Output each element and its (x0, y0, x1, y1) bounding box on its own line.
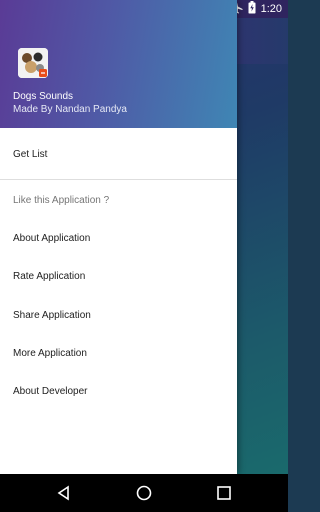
menu-item-about-application[interactable]: About Application (13, 233, 90, 244)
menu-item-get-list[interactable]: Get List (13, 149, 47, 160)
recents-icon[interactable] (215, 484, 233, 502)
menu-subheader: Like this Application ? (13, 195, 110, 206)
app-toolbar (237, 18, 288, 64)
menu-item-share-application[interactable]: Share Application (13, 310, 91, 321)
battery-charging-icon (248, 1, 256, 17)
drawer-header: Dogs Sounds Made By Nandan Pandya (0, 0, 237, 128)
status-time: 1:20 (260, 3, 282, 15)
home-icon[interactable] (135, 484, 153, 502)
menu-item-rate-application[interactable]: Rate Application (13, 271, 85, 282)
system-navigation-bar (0, 474, 288, 512)
drawer-divider (0, 179, 237, 180)
dog-app-logo (18, 48, 48, 78)
navigation-drawer: Dogs Sounds Made By Nandan Pandya Get Li… (0, 0, 237, 474)
app-name: Dogs Sounds (13, 91, 74, 102)
app-subtitle: Made By Nandan Pandya (13, 104, 127, 115)
back-icon[interactable] (55, 484, 73, 502)
menu-item-about-developer[interactable]: About Developer (13, 386, 88, 397)
menu-item-more-application[interactable]: More Application (13, 348, 87, 359)
